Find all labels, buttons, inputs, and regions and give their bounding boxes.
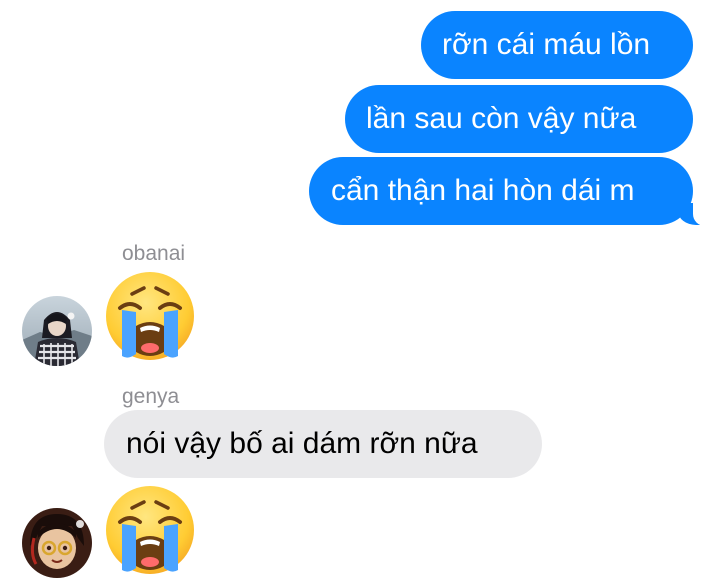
outgoing-message-2[interactable]: lần sau còn vậy nữa [345,85,693,153]
loudly-crying-face-icon[interactable] [104,270,196,362]
incoming-message[interactable]: nói vậy bố ai dám rỡn nữa [104,410,542,478]
sender-name: genya [122,385,180,408]
avatar[interactable] [22,508,92,578]
message-text: nói vậy bố ai dám rỡn nữa [126,427,478,460]
message-text: cẩn thận hai hòn dái m [331,174,635,207]
avatar-icon [22,296,92,366]
message-text: lần sau còn vậy nữa [366,102,637,135]
loudly-crying-face-icon[interactable] [104,484,196,576]
avatar-icon [22,508,92,578]
message-text: rỡn cái máu lồn [442,28,651,61]
outgoing-message-3[interactable]: cẩn thận hai hòn dái m [309,157,709,226]
avatar[interactable] [22,296,92,366]
outgoing-message-1[interactable]: rỡn cái máu lồn [421,11,693,79]
sender-name: obanai [122,242,186,265]
